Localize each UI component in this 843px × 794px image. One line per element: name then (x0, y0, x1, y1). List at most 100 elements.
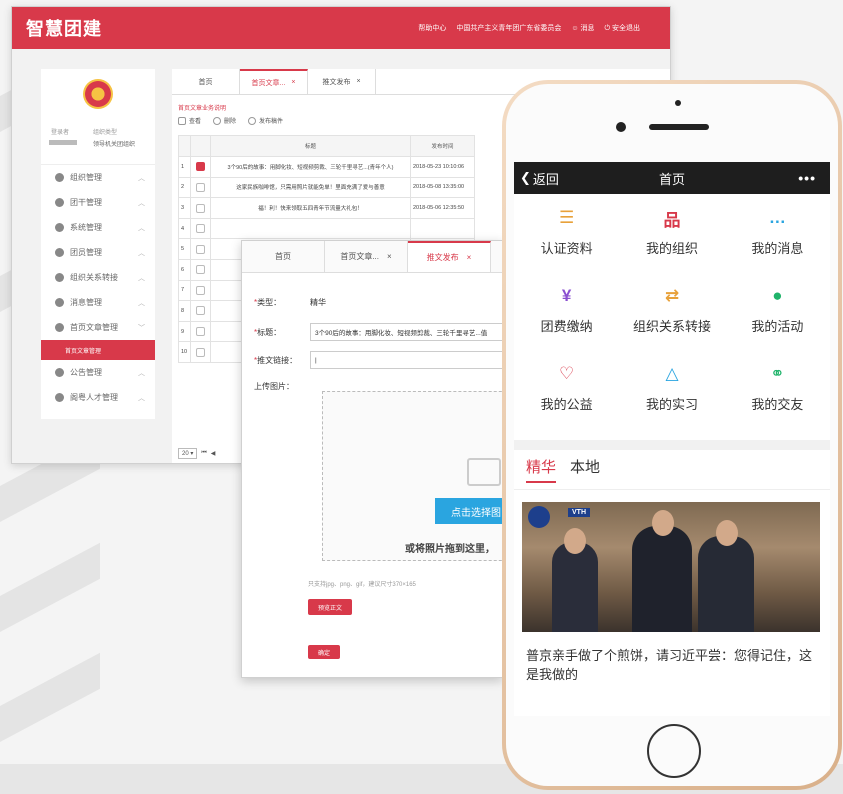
sidebar-item-label: 消息管理 (70, 298, 102, 307)
tab-local[interactable]: 本地 (570, 456, 600, 483)
tab-articles[interactable]: 首页文章... × (325, 241, 408, 272)
row-checkbox[interactable] (196, 265, 205, 275)
page-size-select[interactable]: 20 ▾ (178, 448, 198, 459)
row-number: 8 (178, 300, 191, 322)
news-photo[interactable]: VTH (522, 502, 820, 632)
logout-link[interactable]: ⏻ 安全退出 (605, 23, 640, 33)
friends-icon: ⚭ (770, 364, 785, 383)
upload-dropzone[interactable]: 点击选择图 或将照片拖到这里， (322, 391, 502, 561)
row-checkbox[interactable] (196, 306, 205, 316)
form-tabs: 首页 首页文章... × 推文发布 × (242, 241, 502, 273)
link-input[interactable]: | (310, 351, 502, 369)
table-row[interactable]: 1 3个90后的故事：用脚化妆、短视频剪裁、三轮千里寻艺...(青年个人) 2018… (178, 156, 475, 178)
feature-label: 组织关系转接 (632, 319, 711, 334)
row-title: 福！利！快来领取五四青年节流量大礼包！ (210, 197, 411, 219)
title-input[interactable]: 3个90后的故事：用脚化妆、短视频剪裁、三轮千里寻艺...值 (310, 323, 502, 341)
confirm-button[interactable]: 确定 (308, 645, 340, 659)
row-checkbox[interactable] (196, 162, 205, 172)
gear-icon (55, 223, 64, 232)
sidebar-item[interactable]: 团干管理 ︿ (41, 190, 155, 215)
feature-item[interactable]: ♡ 我的公益 (514, 362, 619, 440)
tab-home[interactable]: 首页 (242, 241, 325, 272)
first-page-icon[interactable]: ⏮ (201, 450, 206, 457)
link-row: *推文链接： | (254, 351, 502, 369)
home-button[interactable] (647, 724, 701, 778)
preview-button[interactable]: 预览正文 (308, 599, 352, 615)
feature-item[interactable]: ¥ 团费缴纳 (514, 284, 619, 362)
sidebar-item-label: 团干管理 (70, 198, 102, 207)
feature-item[interactable]: 品我的组织 (619, 206, 724, 284)
chevron-icon: ︿ (138, 249, 145, 257)
row-title (210, 217, 411, 240)
notice-icon (55, 368, 64, 377)
close-icon[interactable]: × (291, 79, 295, 86)
publish-button[interactable]: 发布稿件 (248, 116, 283, 126)
more-icon[interactable]: ••• (798, 170, 816, 186)
sidebar-item[interactable]: 组织管理 ︿ (41, 165, 155, 190)
row-checkbox[interactable] (196, 327, 205, 337)
feature-item[interactable]: … 我的消息 (725, 206, 830, 284)
tab-publish[interactable]: 推文发布 × (408, 241, 491, 272)
feature-item[interactable]: ⚭ 我的交友 (725, 362, 830, 440)
pick-image-button[interactable]: 点击选择图 (435, 498, 502, 524)
org-link[interactable]: 中国共产主义青年团广东省委员会 (456, 23, 561, 33)
row-checkbox[interactable] (196, 203, 205, 213)
table-row[interactable]: 4 (178, 217, 475, 240)
news-headline[interactable]: 普京亲手做了个煎饼，请习近平尝：您得记住，这是我做的 (526, 646, 818, 684)
profile-org-type: 领导机关团组织 (93, 142, 136, 148)
close-icon[interactable]: × (467, 253, 472, 262)
tab-label: 推文发布 (322, 78, 351, 86)
tab-articles[interactable]: 首页文章... × (240, 69, 308, 94)
row-number: 4 (178, 217, 191, 240)
delete-button[interactable]: 删除 (213, 116, 236, 126)
balloon-icon: ● (772, 286, 783, 305)
upload-hint: 只支持jpg、png、gif，建议尺寸370×165 (308, 582, 416, 588)
row-checkbox[interactable] (196, 285, 205, 295)
back-button[interactable]: ❮ 返回 (520, 169, 559, 188)
message-link[interactable]: ☺ 消息 (571, 23, 594, 33)
close-icon[interactable]: × (387, 252, 392, 261)
feature-label: 我的实习 (645, 397, 698, 412)
graduation-icon: △ (665, 364, 679, 383)
feature-label: 我的活动 (751, 319, 804, 334)
top-nav: 帮助中心 中国共产主义青年团广东省委员会 ☺ 消息 ⏻ 安全退出 (418, 23, 640, 33)
help-link[interactable]: 帮助中心 (418, 23, 446, 33)
sidebar-item[interactable]: 阁粤人才管理 ︿ (41, 385, 155, 410)
sidebar-item-label: 公告管理 (70, 368, 102, 377)
feature-item[interactable]: ● 我的活动 (725, 284, 830, 362)
speaker-icon (649, 124, 709, 130)
sidebar-subitem-active[interactable]: 首页文章管理 (41, 340, 155, 360)
view-button[interactable]: 查看 (178, 116, 202, 126)
view-label: 查看 (189, 119, 202, 125)
row-checkbox[interactable] (196, 224, 205, 234)
tab-home[interactable]: 首页 (172, 69, 240, 94)
sidebar-item[interactable]: 公告管理 ︿ (41, 360, 155, 385)
table-row[interactable]: 3 福！利！快来领取五四青年节流量大礼包！ 2018-05-06 12:35:50 (178, 197, 475, 219)
tab-featured[interactable]: 精华 (526, 456, 557, 483)
row-checkbox[interactable] (196, 182, 205, 192)
back-label: 返回 (532, 171, 559, 187)
feature-item[interactable]: △ 我的实习 (619, 362, 724, 440)
sidebar-item[interactable]: 首页文章管理 ﹀ (41, 315, 155, 340)
table-row[interactable]: 2 这家民族咖啡馆，只需用照片就能免单！里面充满了爱与善意 2018-05-08 1… (178, 176, 475, 199)
sidebar-item[interactable]: 团员管理 ︿ (41, 240, 155, 265)
sidebar-item[interactable]: 系统管理 ︿ (41, 215, 155, 240)
chevron-icon: ︿ (138, 369, 145, 377)
prev-page-icon[interactable]: ◀ (211, 450, 216, 457)
upload-row: 上传图片： (254, 381, 310, 392)
col-time: 发布时间 (410, 135, 475, 158)
tab-publish[interactable]: 推文发布 × (308, 69, 376, 94)
sidebar-item[interactable]: 组织关系转接 ︿ (41, 265, 155, 290)
close-icon[interactable]: × (356, 78, 360, 85)
type-value[interactable]: 精华 (310, 297, 326, 308)
message-icon (55, 298, 64, 307)
row-checkbox[interactable] (196, 347, 205, 357)
row-checkbox[interactable] (196, 244, 205, 254)
sidebar-item-label: 组织管理 (70, 173, 102, 182)
sidebar-item[interactable]: 消息管理 ︿ (41, 290, 155, 315)
feature-item[interactable]: ☰ 认证资料 (514, 206, 619, 284)
channel-badge: VTH (568, 508, 590, 517)
sidebar-menu: 组织管理 ︿ 团干管理 ︿ 系统管理 ︿ 团员管理 ︿ 组织关系转接 ︿ 消息管理 ︿ 首页文章管理 ﹀ 首… (41, 165, 155, 410)
publish-icon (248, 117, 257, 126)
feature-item[interactable]: ⇄ 组织关系转接 (619, 284, 724, 362)
